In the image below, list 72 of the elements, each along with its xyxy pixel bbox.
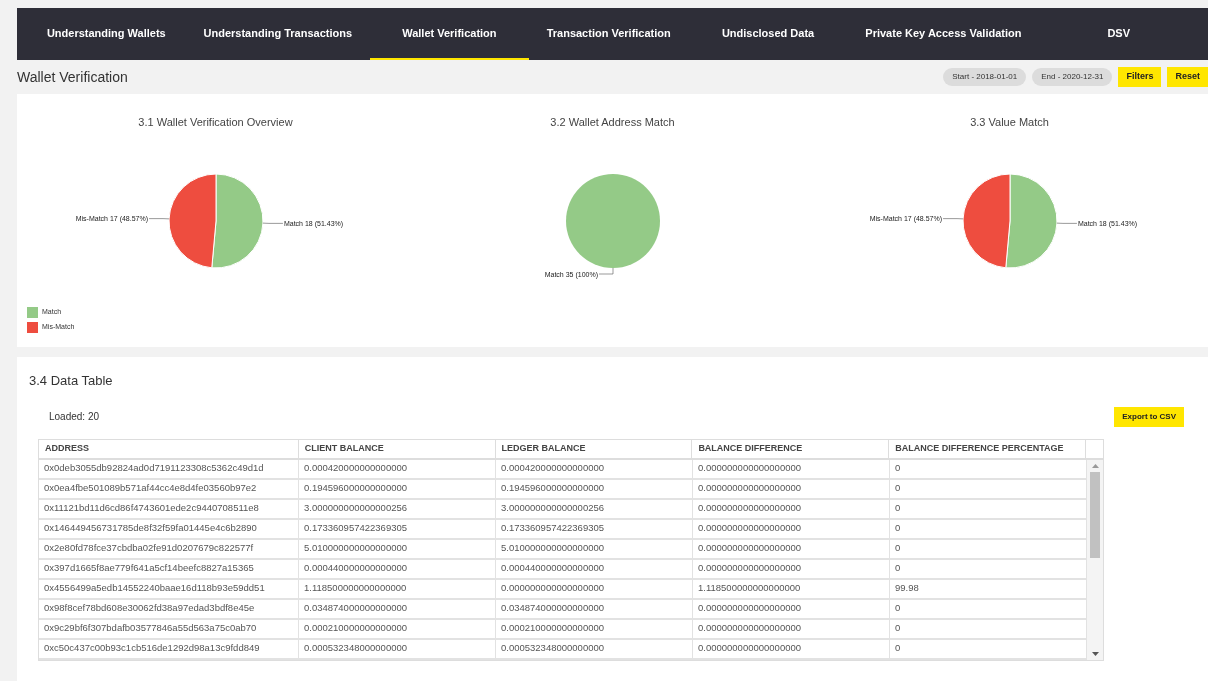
table-cell: 0.000000000000000000	[496, 579, 693, 598]
leader-line	[148, 217, 169, 219]
column-header[interactable]: BALANCE DIFFERENCE	[692, 439, 890, 458]
table-cell: 0x146449456731785de8f32f59fa01445e4c6b2890	[39, 519, 299, 538]
nav-tab[interactable]: Understanding Transactions	[185, 8, 371, 60]
scrollbar[interactable]	[1087, 459, 1103, 660]
table-cell: 0.000420000000000000	[496, 459, 693, 478]
date-filter-chip[interactable]: Start - 2018-01-01	[943, 68, 1027, 86]
table-cell: 5.010000000000000000	[299, 539, 496, 558]
column-header[interactable]: BALANCE DIFFERENCE PERCENTAGE	[889, 439, 1086, 458]
table-cell: 0x4556499a5edb14552240baae16d118b93e59dd51	[39, 579, 299, 598]
table-cell: 0.000210000000000000	[496, 619, 693, 638]
nav-tab[interactable]: Wallet Verification	[370, 8, 529, 60]
date-filter-chip[interactable]: End - 2020-12-31	[1032, 68, 1113, 86]
reset-button[interactable]: Reset	[1167, 67, 1208, 87]
page-title: Wallet Verification	[17, 67, 129, 87]
table-cell: 0.000000000000000000	[693, 619, 890, 638]
nav-tab[interactable]: DSV	[1039, 8, 1198, 60]
table-cell: 0.000000000000000000	[693, 539, 890, 558]
table-cell: 0.000210000000000000	[299, 619, 496, 638]
table-cell: 0x2e80fd78fce37cbdba02fe91d0207679c822577f	[39, 539, 299, 558]
table-cell: 0xc50c437c00b93c1cb516de1292d98a13c9fdd849	[39, 639, 299, 658]
table-cell: 1.118500000000000000	[693, 579, 890, 598]
nav-tab[interactable]: Undisclosed Data	[688, 8, 848, 60]
chart-title: 3.2 Wallet Address Match	[550, 115, 675, 130]
table-cell: 0.000000000000000000	[693, 519, 890, 538]
leader-line	[598, 267, 613, 274]
loaded-count: Loaded: 20	[49, 410, 100, 424]
table-cell: 0x0ea4fbe501089b571af44cc4e8d4fe03560b97e2	[39, 479, 299, 498]
leader-line	[942, 217, 963, 219]
table-cell: 0x0deb3055db92824ad0d7191123308c5362c49d1d	[39, 459, 299, 478]
table-cell: 1.118500000000000000	[299, 579, 496, 598]
table-cell: 0.000440000000000000	[299, 559, 496, 578]
chart-title: 3.3 Value Match	[970, 115, 1049, 130]
leader-line	[1056, 222, 1077, 224]
leader-line	[262, 222, 283, 224]
column-header[interactable]: ADDRESS	[39, 439, 299, 458]
table-cell: 0.000532348000000000	[496, 639, 693, 658]
column-header[interactable]: LEDGER BALANCE	[495, 439, 693, 458]
export-csv-button[interactable]: Export to CSV	[1114, 406, 1184, 427]
table-cell: 0.000000000000000000	[693, 479, 890, 498]
nav-tab[interactable]: Transaction Verification	[528, 8, 689, 60]
table-cell: 0.000000000000000000	[693, 459, 890, 478]
table-cell: 0x98f8cef78bd608e30062fd38a97edad3bdf8e45e	[39, 599, 299, 618]
table-cell: 0.000000000000000000	[693, 639, 890, 658]
table-cell: 3.000000000000000256	[299, 499, 496, 518]
table-cell: 0.000000000000000000	[693, 499, 890, 518]
table-cell: 0.000000000000000000	[693, 599, 890, 618]
table-cell: 0.000532348000000000	[299, 639, 496, 658]
table-cell: 0.000000000000000000	[693, 559, 890, 578]
table-cell: 0x397d1665f8ae779f641a5cf14beefc8827a15365	[39, 559, 299, 578]
nav-tab[interactable]: Private Key Access Validation	[847, 8, 1040, 60]
table-cell: 0.000420000000000000	[299, 459, 496, 478]
section-title: 3.4 Data Table	[29, 372, 114, 390]
table-cell: 0x9c29bf6f307bdafb03577846a55d563a75c0ab70	[39, 619, 299, 638]
table-cell: 3.000000000000000256	[496, 499, 693, 518]
table-cell: 0.194596000000000000	[496, 479, 693, 498]
scrollbar-thumb[interactable]	[1090, 471, 1100, 558]
table-cell: 5.010000000000000000	[496, 539, 693, 558]
scroll-up-icon[interactable]	[1091, 463, 1099, 468]
table-cell: 0.173360957422369305	[496, 519, 693, 538]
table-cell: 0x11121bd11d6cd86f4743601ede2c9440708511e8	[39, 499, 299, 518]
filters-button[interactable]: Filters	[1118, 67, 1162, 87]
scroll-down-icon[interactable]	[1091, 651, 1099, 656]
chart-title: 3.1 Wallet Verification Overview	[138, 115, 293, 130]
table-cell: 0.034874000000000000	[299, 599, 496, 618]
table-cell: 0.000440000000000000	[496, 559, 693, 578]
table-cell: 0.194596000000000000	[299, 479, 496, 498]
column-header[interactable]: CLIENT BALANCE	[298, 439, 496, 458]
table-cell: 0.173360957422369305	[299, 519, 496, 538]
nav-tab[interactable]: Understanding Wallets	[27, 8, 186, 60]
table-cell: 0.034874000000000000	[496, 599, 693, 618]
